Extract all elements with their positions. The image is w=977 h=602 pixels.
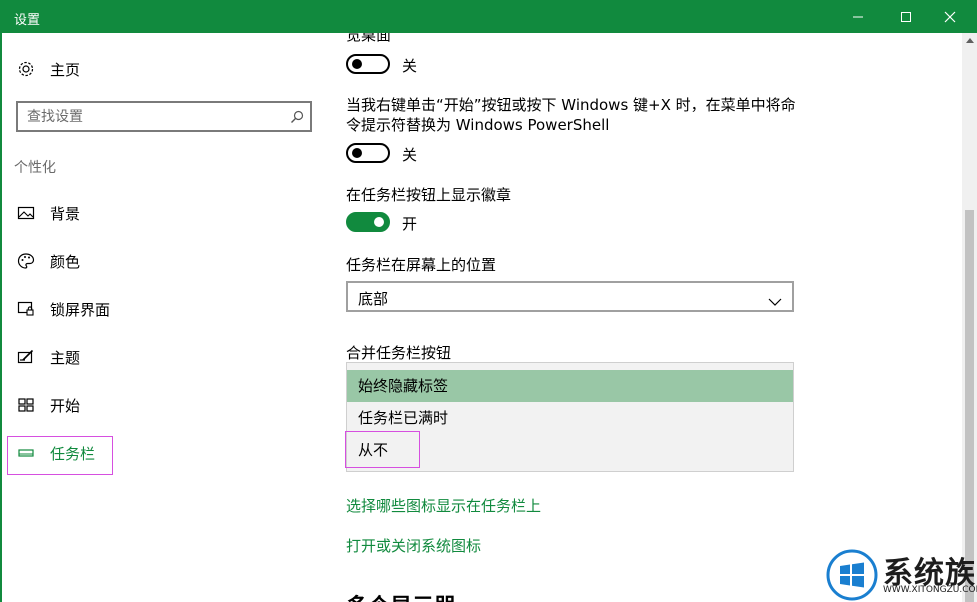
nav-home-label: 主页 <box>50 60 81 79</box>
sidebar: 主页 个性化 背景 颜色 锁屏界面 主题 开始 <box>2 33 330 602</box>
peek-setting-label: 览桌面 <box>346 33 392 44</box>
sidebar-item-label: 颜色 <box>50 252 81 271</box>
peek-toggle-state: 关 <box>402 57 418 75</box>
search-input[interactable] <box>18 103 278 130</box>
sidebar-item-label: 开始 <box>50 396 81 415</box>
search-icon[interactable] <box>290 109 304 128</box>
sidebar-item-label: 背景 <box>50 204 81 223</box>
sidebar-item-colors[interactable]: 颜色 <box>16 249 80 273</box>
sidebar-item-label: 锁屏界面 <box>50 300 111 319</box>
dropdown-option[interactable]: 始终隐藏标签 <box>347 370 793 402</box>
system-icons-link[interactable]: 打开或关闭系统图标 <box>346 535 481 556</box>
toggle-knob <box>374 217 384 227</box>
dropdown-option[interactable]: 任务栏已满时 <box>347 402 793 434</box>
close-icon <box>944 11 956 22</box>
position-setting-label: 任务栏在屏幕上的位置 <box>346 256 497 274</box>
close-button[interactable] <box>927 0 973 33</box>
minimize-button[interactable] <box>835 0 881 33</box>
badges-setting-label: 在任务栏按钮上显示徽章 <box>346 186 512 204</box>
badges-toggle[interactable] <box>346 212 390 232</box>
sidebar-item-themes[interactable]: 主题 <box>16 345 80 369</box>
maximize-icon <box>901 11 911 22</box>
taskbar-position-select[interactable]: 底部 <box>346 281 794 312</box>
section-title: 个性化 <box>14 160 56 176</box>
option-highlight-box <box>345 431 420 468</box>
scroll-up-button[interactable] <box>962 33 977 48</box>
title-bar: 设置 <box>0 0 977 33</box>
combine-setting-label: 合并任务栏按钮 <box>346 344 452 362</box>
badges-toggle-state: 开 <box>402 215 418 233</box>
taskbar-position-value: 底部 <box>358 290 389 308</box>
sidebar-item-lock-screen[interactable]: 锁屏界面 <box>16 297 110 321</box>
toggle-knob <box>352 148 362 158</box>
theme-icon <box>16 347 36 367</box>
choose-taskbar-icons-link[interactable]: 选择哪些图标显示在任务栏上 <box>346 495 541 516</box>
powershell-toggle[interactable] <box>346 143 390 163</box>
lock-screen-icon <box>16 299 36 319</box>
minimize-icon <box>853 16 863 17</box>
chevron-up-icon <box>965 38 974 43</box>
window-title: 设置 <box>14 13 41 28</box>
scrollbar[interactable] <box>962 33 977 602</box>
next-section-heading: 多个显示器 <box>346 589 456 602</box>
gear-icon <box>16 59 36 79</box>
picture-icon <box>16 203 36 223</box>
nav-home[interactable]: 主页 <box>16 57 80 81</box>
powershell-setting-label-line2: 令提示符替换为 Windows PowerShell <box>346 116 610 134</box>
powershell-toggle-state: 关 <box>402 146 418 164</box>
scroll-thumb[interactable] <box>965 210 974 602</box>
palette-icon <box>16 251 36 271</box>
taskbar-highlight-box <box>7 436 113 475</box>
sidebar-item-label: 主题 <box>50 348 81 367</box>
start-icon <box>16 395 36 415</box>
powershell-setting-label-line1: 当我右键单击“开始”按钮或按下 Windows 键+X 时，在菜单中将命 <box>346 96 796 114</box>
sidebar-item-start[interactable]: 开始 <box>16 393 80 417</box>
chevron-down-icon <box>768 292 782 311</box>
sidebar-item-background[interactable]: 背景 <box>16 201 80 225</box>
toggle-knob <box>352 59 362 69</box>
maximize-button[interactable] <box>883 0 929 33</box>
peek-toggle[interactable] <box>346 54 390 74</box>
main-content: 览桌面 关 当我右键单击“开始”按钮或按下 Windows 键+X 时，在菜单中… <box>330 33 962 602</box>
search-box[interactable] <box>16 101 312 132</box>
